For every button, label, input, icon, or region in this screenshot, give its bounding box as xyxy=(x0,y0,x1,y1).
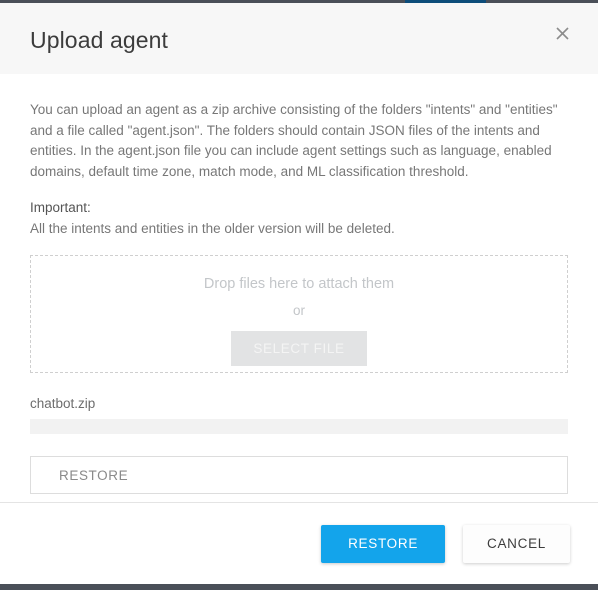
select-file-button[interactable]: SELECT FILE xyxy=(231,331,367,366)
cancel-button[interactable]: CANCEL xyxy=(463,524,570,563)
intro-description: You can upload an agent as a zip archive… xyxy=(30,102,558,179)
page-background-bottom-bar xyxy=(0,584,598,590)
dialog-footer: RESTORE CANCEL xyxy=(0,502,598,584)
dialog-body: You can upload an agent as a zip archive… xyxy=(0,74,598,502)
upload-progress-bar xyxy=(30,419,568,434)
dialog-header: Upload agent xyxy=(0,3,598,74)
restore-field-wrapper xyxy=(30,456,568,494)
upload-agent-dialog: Upload agent You can upload an agent as … xyxy=(0,3,598,584)
uploaded-file-name: chatbot.zip xyxy=(30,396,96,411)
dialog-title: Upload agent xyxy=(30,27,169,53)
important-label: Important: xyxy=(30,200,91,215)
important-notice: Important: All the intents and entities … xyxy=(30,198,568,239)
important-note: All the intents and entities in the olde… xyxy=(30,220,395,236)
restore-input[interactable] xyxy=(30,456,568,494)
uploaded-file-row: chatbot.zip xyxy=(30,395,568,434)
dropzone-hint-label: Drop files here to attach them xyxy=(203,276,395,292)
close-icon[interactable] xyxy=(548,19,576,47)
close-icon-glyph xyxy=(555,26,569,40)
restore-button[interactable]: RESTORE xyxy=(321,524,446,563)
dropzone-or-label: or xyxy=(292,303,305,318)
file-dropzone[interactable]: Drop files here to attach them or SELECT… xyxy=(30,255,568,373)
